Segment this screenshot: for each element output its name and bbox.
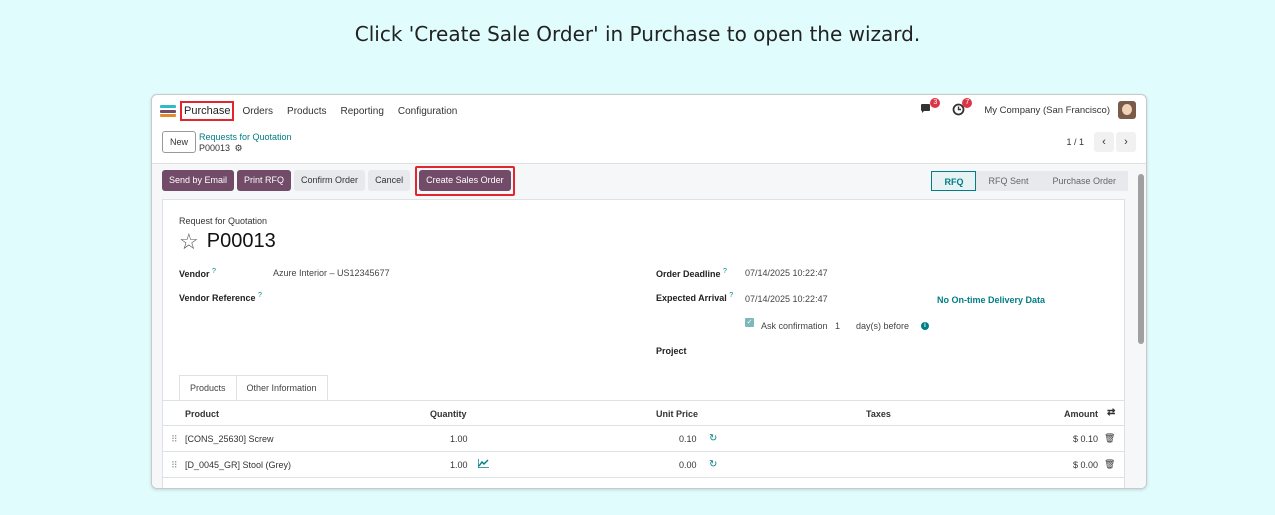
tab-products[interactable]: Products — [179, 375, 237, 400]
column-settings-icon[interactable]: ⇄ — [1107, 407, 1115, 418]
col-taxes[interactable]: Taxes — [866, 409, 891, 419]
send-by-email-button[interactable]: Send by Email — [162, 170, 235, 191]
odoo-window: Purchase Orders Products Reporting Confi… — [151, 94, 1147, 489]
create-sales-order-button[interactable]: Create Sales Order — [419, 170, 511, 191]
pager-previous-button[interactable]: ‹ — [1094, 132, 1114, 152]
record-name: P00013 — [199, 143, 231, 153]
messages-icon[interactable]: 3 — [920, 98, 941, 117]
price-reset-icon[interactable]: ↻ — [709, 459, 717, 470]
statusbar-buttons: Send by Email Print RFQ Confirm Order Ca… — [162, 166, 515, 196]
nav-menu-orders[interactable]: Orders — [242, 106, 273, 117]
vendor-field[interactable]: Azure Interior – US12345677 — [273, 268, 390, 278]
order-lines-table: Product Quantity Unit Price Taxes Amount… — [163, 400, 1124, 478]
pager: 1 / 1 ‹ › — [1066, 132, 1136, 152]
cell-quantity[interactable]: 1.00 — [450, 460, 468, 470]
project-label: Project — [656, 346, 687, 356]
nav-app-purchase[interactable]: Purchase — [180, 101, 235, 121]
order-deadline-field[interactable]: 07/14/2025 10:22:47 — [745, 268, 828, 278]
top-navbar: Purchase Orders Products Reporting Confi… — [152, 95, 1146, 127]
info-icon: i — [921, 322, 929, 330]
cell-unit-price[interactable]: 0.10 — [679, 434, 697, 444]
activities-badge: 7 — [962, 98, 973, 108]
form-subtitle: Request for Quotation — [179, 216, 268, 226]
tab-other-information[interactable]: Other Information — [236, 375, 328, 400]
new-button[interactable]: New — [162, 131, 196, 153]
gear-icon[interactable]: ⚙ — [235, 143, 243, 153]
pager-next-button[interactable]: › — [1116, 132, 1136, 152]
on-time-delivery-link[interactable]: No On-time Delivery Data — [937, 295, 1045, 305]
highlight-box: Create Sales Order — [415, 166, 515, 196]
confirm-order-button[interactable]: Confirm Order — [294, 170, 366, 191]
col-product[interactable]: Product — [185, 409, 219, 419]
form-area: Send by Email Print RFQ Confirm Order Ca… — [152, 164, 1146, 488]
cell-amount: $ 0.10 — [1073, 434, 1099, 444]
breadcrumb-current: P00013 ⚙ — [199, 143, 243, 154]
stage-purchase-order[interactable]: Purchase Order — [1040, 171, 1128, 191]
cell-unit-price[interactable]: 0.00 — [679, 460, 697, 470]
ask-confirmation-label: Ask confirmation — [761, 321, 828, 331]
app-menu-icon[interactable] — [160, 105, 176, 117]
pager-value[interactable]: 1 / 1 — [1066, 137, 1084, 147]
order-deadline-label: Order Deadline ? — [656, 268, 727, 279]
col-amount[interactable]: Amount — [1064, 409, 1098, 419]
cancel-button[interactable]: Cancel — [368, 170, 411, 191]
days-before-label: day(s) before — [856, 321, 910, 331]
tutorial-caption: Click 'Create Sale Order' in Purchase to… — [354, 22, 921, 46]
notebook-tabs: Products Other Information — [179, 375, 328, 400]
cell-product[interactable]: [D_0045_GR] Stool (Grey) — [185, 460, 291, 470]
table-row[interactable]: ⠿ [D_0045_GR] Stool (Grey) 1.00 0.00 ↻ $… — [163, 452, 1124, 478]
price-reset-icon[interactable]: ↻ — [709, 433, 717, 444]
table-header: Product Quantity Unit Price Taxes Amount… — [163, 400, 1124, 426]
trash-icon[interactable]: 🗑 — [1104, 433, 1115, 444]
drag-handle-icon[interactable]: ⠿ — [171, 460, 178, 471]
navbar-systray: 3 7 My Company (San Francisco) — [920, 98, 1136, 119]
ask-confirmation-checkbox[interactable]: ✓ — [745, 318, 754, 327]
rfq-name: P00013 — [206, 230, 276, 252]
nav-menu-reporting[interactable]: Reporting — [341, 106, 384, 117]
user-avatar[interactable] — [1118, 101, 1136, 119]
messages-badge: 3 — [930, 98, 941, 108]
status-stages: RFQ RFQ Sent Purchase Order — [931, 171, 1128, 191]
cell-product[interactable]: [CONS_25630] Screw — [185, 434, 274, 444]
form-sheet: Request for Quotation ☆ P00013 Vendor ? … — [162, 199, 1125, 488]
cell-quantity[interactable]: 1.00 — [450, 434, 468, 444]
ask-confirmation-days[interactable]: 1 — [835, 321, 840, 331]
vendor-reference-label: Vendor Reference ? — [179, 292, 262, 303]
nav-menu-products[interactable]: Products — [287, 106, 326, 117]
stage-rfq[interactable]: RFQ — [931, 171, 977, 191]
breadcrumb-rfq[interactable]: Requests for Quotation — [199, 132, 292, 142]
scrollbar[interactable] — [1138, 174, 1144, 344]
stage-rfq-sent[interactable]: RFQ Sent — [976, 171, 1041, 191]
star-icon[interactable]: ☆ — [179, 230, 199, 253]
drag-handle-icon[interactable]: ⠿ — [171, 434, 178, 445]
col-unit-price[interactable]: Unit Price — [656, 409, 698, 419]
trash-icon[interactable]: 🗑 — [1104, 459, 1115, 470]
control-panel: New Requests for Quotation P00013 ⚙ 1 / … — [152, 128, 1146, 164]
vendor-label: Vendor ? — [179, 268, 216, 279]
print-rfq-button[interactable]: Print RFQ — [237, 170, 292, 191]
table-row[interactable]: ⠿ [CONS_25630] Screw 1.00 0.10 ↻ $ 0.10 … — [163, 426, 1124, 452]
col-quantity[interactable]: Quantity — [430, 409, 467, 419]
nav-menu-configuration[interactable]: Configuration — [398, 106, 457, 117]
forecast-chart-icon[interactable] — [477, 459, 489, 471]
company-switcher[interactable]: My Company (San Francisco) — [984, 105, 1110, 116]
expected-arrival-label: Expected Arrival ? — [656, 292, 734, 303]
expected-arrival-field[interactable]: 07/14/2025 10:22:47 — [745, 294, 828, 304]
form-title: ☆ P00013 — [179, 230, 276, 253]
activities-clock-icon[interactable]: 7 — [952, 98, 973, 117]
cell-amount: $ 0.00 — [1073, 460, 1099, 470]
